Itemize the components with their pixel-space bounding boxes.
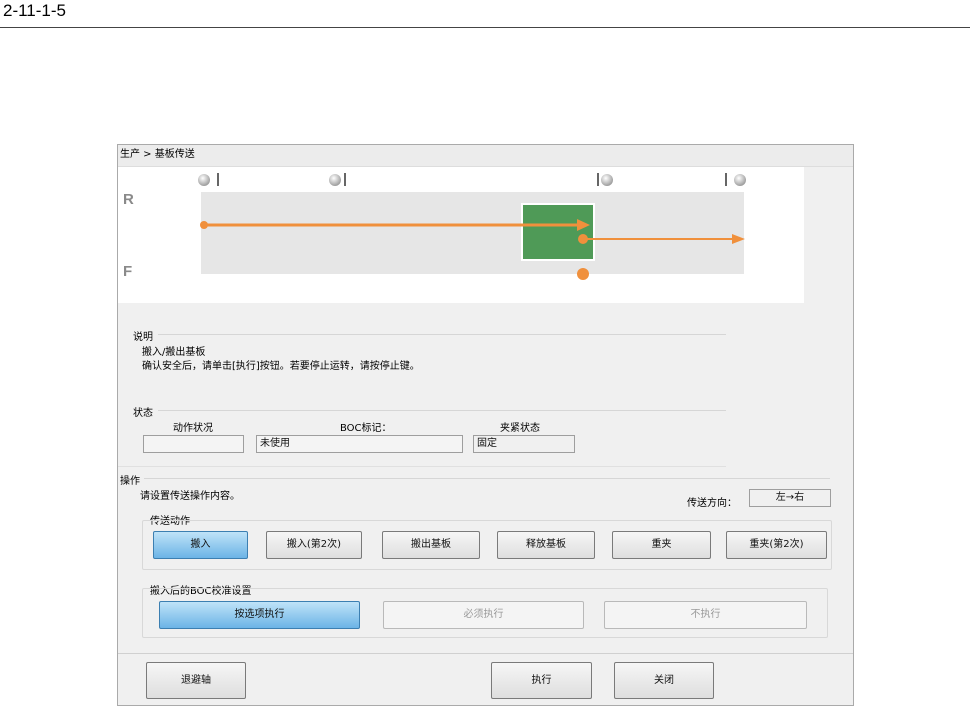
load-button[interactable]: 搬入 <box>153 531 248 559</box>
retract-axis-button-label: 退避轴 <box>181 675 211 686</box>
release-board-button-label: 释放基板 <box>526 539 566 550</box>
description-divider <box>158 334 726 335</box>
conveyor-diagram: R F <box>118 167 804 303</box>
load-second-button-label: 搬入(第2次) <box>286 539 342 550</box>
description-label: 说明 <box>133 332 153 343</box>
motion-status-label: 动作状况 <box>173 423 213 434</box>
sensor-icon <box>329 174 341 186</box>
motion-status-field <box>143 435 244 453</box>
boc-always-button[interactable]: 必须执行 <box>383 601 584 629</box>
boc-mark-label: BOC标记： <box>340 423 392 434</box>
document-number: 2-11-1-5 <box>3 1 66 20</box>
status-label: 状态 <box>133 408 153 419</box>
conveyor-graphic: R F <box>123 173 746 280</box>
operation-divider <box>144 478 830 479</box>
status-divider <box>158 410 726 411</box>
unload-button[interactable]: 搬出基板 <box>382 531 480 559</box>
boc-skip-button-label: 不执行 <box>690 609 721 620</box>
clamp-status-label: 夹紧状态 <box>500 423 540 434</box>
stopper-marker <box>217 173 219 186</box>
reclamp-second-button-label: 重夹(第2次) <box>749 539 804 550</box>
execute-button-label: 执行 <box>531 675 552 686</box>
footer-divider <box>118 653 853 654</box>
sensor-icon <box>198 174 210 186</box>
release-board-button[interactable]: 释放基板 <box>497 531 595 559</box>
reclamp-button[interactable]: 重夹 <box>612 531 711 559</box>
boc-skip-button[interactable]: 不执行 <box>604 601 807 629</box>
boc-mark-field: 未使用 <box>256 435 463 453</box>
load-button-label: 搬入 <box>190 539 211 550</box>
clamp-status-field: 固定 <box>473 435 575 453</box>
execute-button[interactable]: 执行 <box>491 662 592 699</box>
front-sensor-icon <box>577 268 589 280</box>
sensor-icon <box>601 174 613 186</box>
stopper-marker <box>597 173 599 186</box>
rear-label: R <box>123 191 134 208</box>
operation-instruction: 请设置传送操作内容。 <box>140 491 240 502</box>
load-second-button[interactable]: 搬入(第2次) <box>266 531 362 559</box>
conveyor-rail <box>201 192 744 274</box>
close-button-label: 关闭 <box>654 675 674 686</box>
direction-field: 左→右 <box>749 489 831 507</box>
operation-label: 操作 <box>120 476 140 487</box>
pcb-board <box>521 203 595 261</box>
front-label: F <box>123 263 132 280</box>
boc-option-button[interactable]: 按选项执行 <box>159 601 360 629</box>
breadcrumb: 生产 > 基板传送 <box>118 145 853 167</box>
direction-label: 传送方向： <box>687 498 737 509</box>
stopper-marker <box>344 173 346 186</box>
sensor-row <box>198 173 746 186</box>
unload-button-label: 搬出基板 <box>411 539 451 550</box>
header-rule <box>0 27 970 28</box>
reclamp-button-label: 重夹 <box>651 539 672 550</box>
stopper-marker <box>725 173 727 186</box>
retract-axis-button[interactable]: 退避轴 <box>146 662 246 699</box>
description-line-1: 搬入/搬出基板 <box>142 347 206 358</box>
boc-always-button-label: 必须执行 <box>463 609 504 620</box>
close-button[interactable]: 关闭 <box>614 662 714 699</box>
transfer-window: 生产 > 基板传送 R F 说明 搬入/搬出基板 确认安全后，请单击[执行]按钮… <box>117 144 854 706</box>
boc-option-button-label: 按选项执行 <box>234 609 285 620</box>
operation-top-divider <box>118 466 726 467</box>
description-line-2: 确认安全后，请单击[执行]按钮。若要停止运转，请按停止键。 <box>142 361 420 372</box>
load-start-dot <box>200 221 208 229</box>
sensor-icon <box>734 174 746 186</box>
reclamp-second-button[interactable]: 重夹(第2次) <box>726 531 827 559</box>
